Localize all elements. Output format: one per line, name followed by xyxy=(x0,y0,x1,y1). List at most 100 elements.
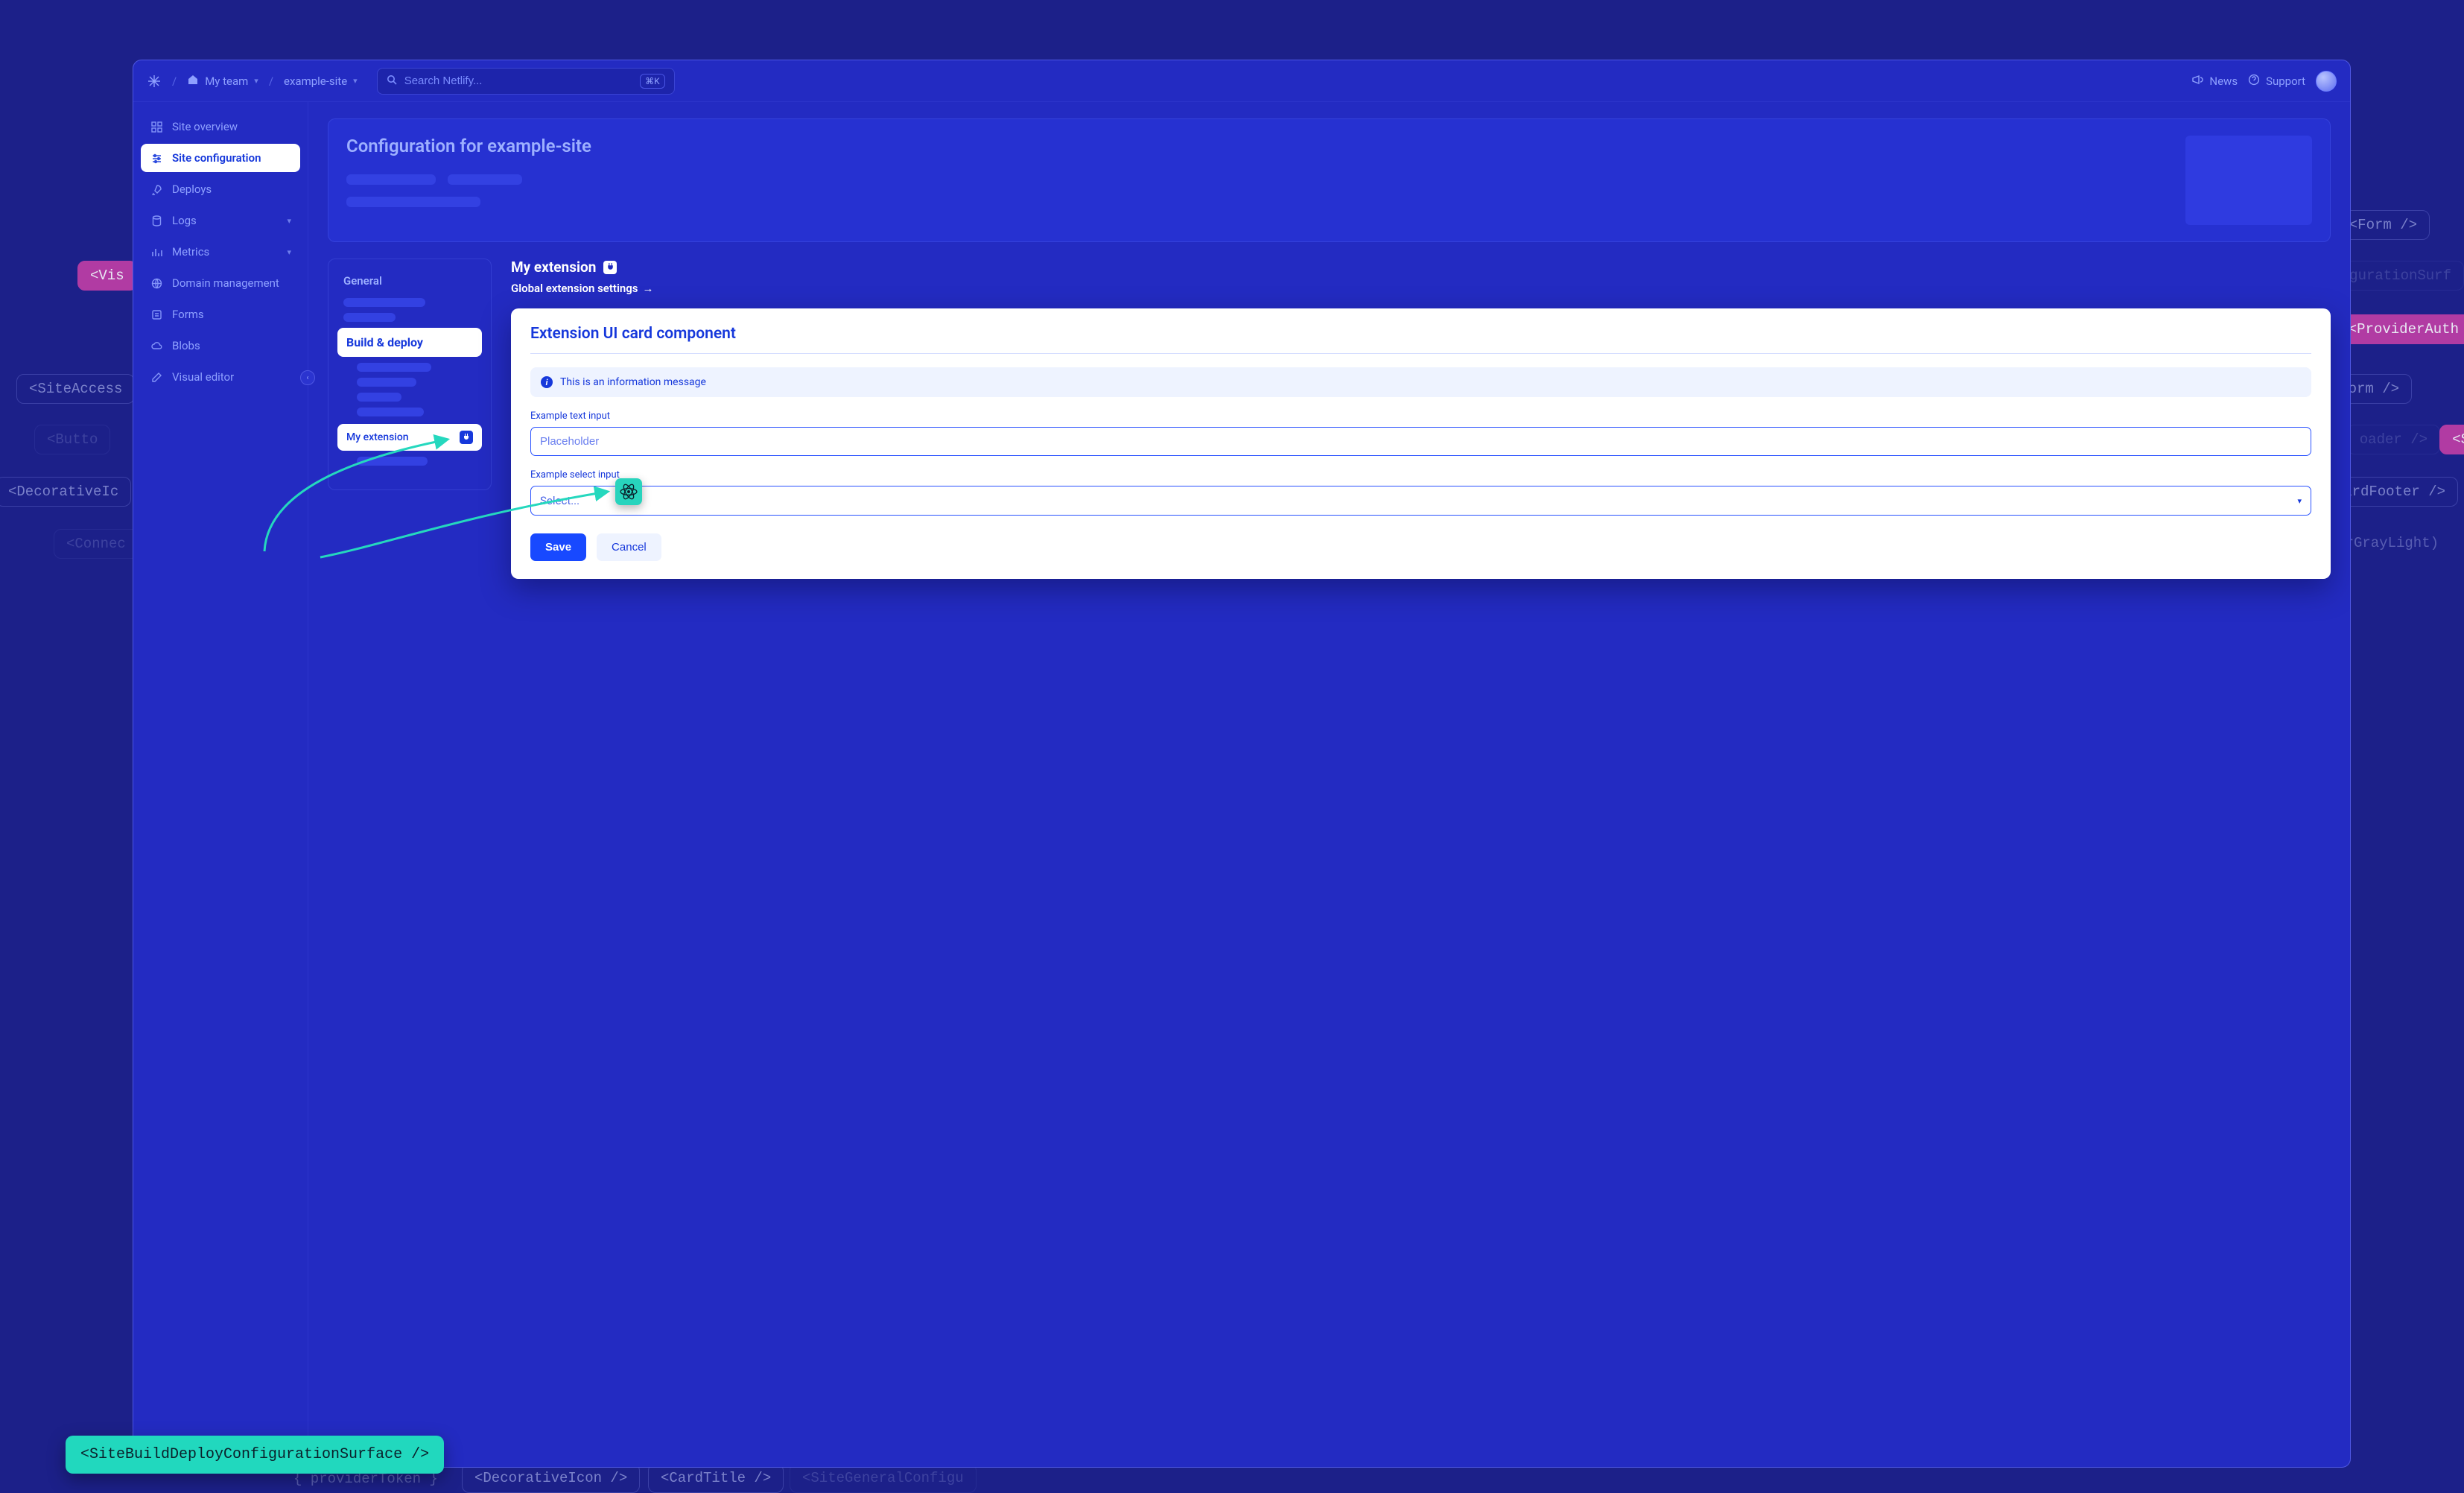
select-placeholder: Select... xyxy=(540,494,580,507)
bg-site-access: <SiteAccess xyxy=(16,374,135,404)
extension-header: My extension xyxy=(511,259,2331,276)
subnav-general[interactable]: General xyxy=(337,270,482,292)
select-field-label: Example select input xyxy=(530,469,2311,481)
sidebar-item-logs[interactable]: Logs ▾ xyxy=(141,206,300,235)
content-area: Configuration for example-site General B… xyxy=(308,102,2350,1467)
subnav-ext-label: My extension xyxy=(346,431,409,443)
search-box[interactable]: ⌘K xyxy=(377,68,675,95)
chevron-down-icon: ▾ xyxy=(353,76,358,86)
bg-button: <Butto xyxy=(34,425,110,454)
page-title: Configuration for example-site xyxy=(346,136,2168,156)
component-callout: <SiteBuildDeployConfigurationSurface /> xyxy=(66,1436,444,1474)
sidebar-label: Site configuration xyxy=(172,151,261,165)
breadcrumb-separator: / xyxy=(269,75,273,88)
grid-icon xyxy=(150,121,163,133)
bg-decorative1: <DecorativeIc xyxy=(0,477,131,507)
sidebar-item-blobs[interactable]: Blobs xyxy=(141,332,300,360)
skeleton xyxy=(357,378,416,387)
sidebar-label: Site overview xyxy=(172,120,238,133)
bg-s: <S xyxy=(2439,425,2464,454)
subnav: General Build & deploy My extension xyxy=(328,259,492,490)
subnav-build-deploy[interactable]: Build & deploy xyxy=(337,328,482,357)
sidebar-item-deploys[interactable]: Deploys xyxy=(141,175,300,203)
sidebar-item-visual-editor[interactable]: Visual editor xyxy=(141,363,300,391)
hero-card: Configuration for example-site xyxy=(328,118,2331,242)
sidebar-label: Domain management xyxy=(172,276,279,290)
support-link[interactable]: Support xyxy=(2248,74,2305,89)
pencil-icon xyxy=(150,372,163,383)
sidebar-item-forms[interactable]: Forms xyxy=(141,300,300,329)
chevron-down-icon: ▾ xyxy=(287,247,291,257)
example-select-input[interactable]: Select... ▾ xyxy=(530,486,2311,516)
bg-connec: <Connec xyxy=(54,529,139,559)
subnav-my-extension[interactable]: My extension xyxy=(337,424,482,451)
chevron-down-icon: ▾ xyxy=(2297,496,2302,506)
support-label: Support xyxy=(2266,75,2305,88)
database-icon xyxy=(150,215,163,226)
bg-loader: oader /> xyxy=(2347,425,2440,454)
skeleton xyxy=(357,363,431,372)
netlify-logo-icon[interactable] xyxy=(147,74,162,89)
skeleton xyxy=(343,313,396,322)
sliders-icon xyxy=(150,153,163,164)
news-link[interactable]: News xyxy=(2191,74,2238,89)
chevron-down-icon: ▾ xyxy=(287,216,291,226)
bg-decorative2: <DecorativeIcon /> xyxy=(462,1463,640,1493)
bg-site-general: <SiteGeneralConfigu xyxy=(790,1463,977,1493)
globe-icon xyxy=(150,278,163,289)
bg-provider-auth: <ProviderAuth xyxy=(2336,314,2464,344)
skeleton xyxy=(448,174,522,185)
text-field-label: Example text input xyxy=(530,411,2311,422)
avatar[interactable] xyxy=(2316,71,2337,92)
cloud-icon xyxy=(150,340,163,352)
arrow-right-icon: → xyxy=(642,282,653,295)
rocket-icon xyxy=(150,184,163,195)
sidebar-label: Metrics xyxy=(172,245,209,259)
global-settings-label: Global extension settings xyxy=(511,282,638,295)
chart-icon xyxy=(150,247,163,258)
team-label: My team xyxy=(205,75,248,88)
plug-icon xyxy=(603,261,617,274)
sidebar-item-configuration[interactable]: Site configuration xyxy=(141,144,300,172)
sidebar: Site overview Site configuration Deploys… xyxy=(133,102,308,1467)
kbd-shortcut: ⌘K xyxy=(640,74,665,89)
topbar: / My team ▾ / example-site ▾ ⌘K News xyxy=(133,60,2350,102)
megaphone-icon xyxy=(2191,74,2203,89)
hero-thumbnail xyxy=(2185,136,2312,225)
bg-gray: rGrayLight) xyxy=(2334,529,2451,557)
divider xyxy=(530,353,2311,354)
breadcrumb-separator: / xyxy=(172,75,177,88)
info-message: i This is an information message xyxy=(530,367,2311,397)
skeleton xyxy=(343,298,425,307)
sidebar-label: Blobs xyxy=(172,339,200,352)
news-label: News xyxy=(2209,75,2238,88)
info-icon: i xyxy=(541,376,553,388)
sidebar-item-metrics[interactable]: Metrics ▾ xyxy=(141,238,300,266)
card-title: Extension UI card component xyxy=(530,325,2311,343)
sidebar-item-overview[interactable]: Site overview xyxy=(141,112,300,141)
extension-title: My extension xyxy=(511,259,596,276)
save-button[interactable]: Save xyxy=(530,533,586,561)
extension-column: My extension Global extension settings →… xyxy=(511,259,2331,579)
search-icon xyxy=(387,75,397,88)
home-icon xyxy=(187,74,199,89)
cancel-button[interactable]: Cancel xyxy=(597,533,661,561)
sidebar-item-domain[interactable]: Domain management xyxy=(141,269,300,297)
search-input[interactable] xyxy=(404,75,632,87)
skeleton xyxy=(357,393,401,402)
bg-cardtitle: <CardTitle /> xyxy=(648,1463,784,1493)
bg-visual: <Vis xyxy=(77,261,137,291)
site-label: example-site xyxy=(284,75,347,88)
app-window: / My team ▾ / example-site ▾ ⌘K News xyxy=(133,60,2351,1468)
skeleton xyxy=(357,457,428,466)
global-settings-link[interactable]: Global extension settings → xyxy=(511,282,2331,295)
team-crumb[interactable]: My team ▾ xyxy=(187,74,258,89)
skeleton xyxy=(346,197,480,207)
site-crumb[interactable]: example-site ▾ xyxy=(284,75,358,88)
sidebar-label: Deploys xyxy=(172,183,212,196)
sidebar-label: Forms xyxy=(172,308,204,321)
form-icon xyxy=(150,309,163,320)
example-text-input[interactable] xyxy=(530,427,2311,456)
skeleton xyxy=(357,408,424,416)
extension-card: Extension UI card component i This is an… xyxy=(511,308,2331,579)
